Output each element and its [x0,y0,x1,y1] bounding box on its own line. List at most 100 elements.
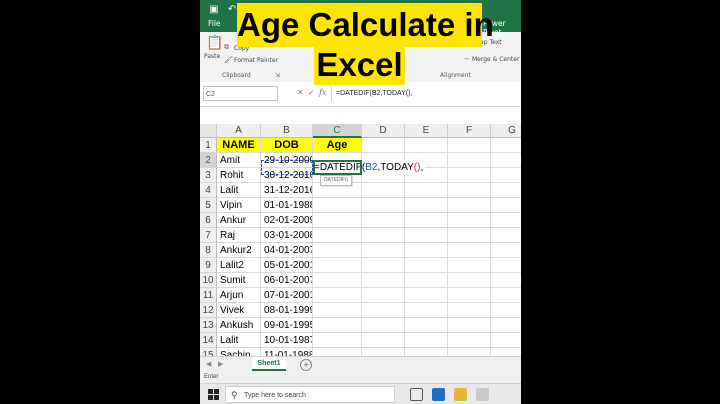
header-cell-name[interactable]: NAME [217,138,261,153]
empty-cell[interactable] [491,228,521,243]
cancel-icon[interactable]: ✕ [297,88,304,97]
empty-cell[interactable] [491,153,521,168]
empty-cell[interactable] [362,258,405,273]
empty-cell[interactable] [491,243,521,258]
empty-cell[interactable] [448,288,491,303]
dob-cell[interactable]: 03-01-2008 [261,228,313,243]
empty-cell[interactable] [362,243,405,258]
formula-input[interactable]: =DATEDIF(B2,TODAY(), [331,86,521,101]
empty-cell[interactable] [362,273,405,288]
dob-cell[interactable]: 08-01-1999 [261,303,313,318]
empty-cell[interactable] [448,258,491,273]
row-header[interactable]: 13 [200,318,217,333]
age-cell[interactable] [313,213,362,228]
row-header[interactable]: 12 [200,303,217,318]
empty-cell[interactable] [448,228,491,243]
name-cell[interactable]: Ankush [217,318,261,333]
file-explorer-icon[interactable] [454,388,467,401]
header-cell-dob[interactable]: DOB [261,138,313,153]
empty-cell[interactable] [491,138,521,153]
dob-cell[interactable]: 31-12-2016 [261,183,313,198]
name-cell[interactable]: Rohit [217,168,261,183]
empty-cell[interactable] [448,168,491,183]
age-cell[interactable] [313,318,362,333]
empty-cell[interactable] [491,168,521,183]
empty-cell[interactable] [491,273,521,288]
column-header-g[interactable]: G [491,124,521,138]
age-cell[interactable] [313,198,362,213]
row-header[interactable]: 2 [200,153,217,168]
dob-cell[interactable]: 06-01-2007 [261,273,313,288]
row-header[interactable]: 10 [200,273,217,288]
column-header-d[interactable]: D [362,124,405,138]
row-header[interactable]: 11 [200,288,217,303]
empty-cell[interactable] [491,198,521,213]
empty-cell[interactable] [448,153,491,168]
age-cell[interactable] [313,303,362,318]
empty-cell[interactable] [405,333,448,348]
empty-cell[interactable] [405,243,448,258]
empty-cell[interactable] [448,198,491,213]
dob-cell[interactable]: 01-01-1988 [261,198,313,213]
name-cell[interactable]: Sumit [217,273,261,288]
row-header[interactable]: 6 [200,213,217,228]
empty-cell[interactable] [362,228,405,243]
empty-cell[interactable] [448,243,491,258]
tab-file[interactable]: File [208,19,221,28]
age-cell[interactable] [313,273,362,288]
empty-cell[interactable] [448,303,491,318]
row-header[interactable]: 3 [200,168,217,183]
taskbar-search[interactable]: ⚲ Type here to search [225,386,395,403]
dob-cell[interactable]: 10-01-1987 [261,333,313,348]
column-header-b[interactable]: B [261,124,313,138]
empty-cell[interactable] [405,258,448,273]
empty-cell[interactable] [491,303,521,318]
next-sheet-icon[interactable]: ▶ [218,360,223,368]
empty-cell[interactable] [405,273,448,288]
empty-cell[interactable] [405,213,448,228]
empty-cell[interactable] [448,183,491,198]
paste-icon[interactable]: 📋 [206,34,223,51]
paste-button[interactable]: Paste [204,53,220,60]
empty-cell[interactable] [405,198,448,213]
empty-cell[interactable] [405,138,448,153]
row-header[interactable]: 1 [200,138,217,153]
name-cell[interactable]: Arjun [217,288,261,303]
prev-sheet-icon[interactable]: ◀ [206,360,211,368]
empty-cell[interactable] [448,273,491,288]
empty-cell[interactable] [362,288,405,303]
row-header[interactable]: 14 [200,333,217,348]
empty-cell[interactable] [491,213,521,228]
empty-cell[interactable] [448,213,491,228]
dob-cell[interactable]: 05-01-2001 [261,258,313,273]
select-all-corner[interactable] [200,124,217,138]
empty-cell[interactable] [362,318,405,333]
save-icon[interactable]: ▣ [208,4,220,15]
age-cell[interactable] [313,258,362,273]
dob-cell[interactable]: 09-01-1995 [261,318,313,333]
add-sheet-button[interactable]: + [300,359,312,371]
empty-cell[interactable] [491,318,521,333]
name-cell[interactable]: Lalit2 [217,258,261,273]
empty-cell[interactable] [405,303,448,318]
age-cell[interactable] [313,228,362,243]
empty-cell[interactable] [405,288,448,303]
column-header-f[interactable]: F [448,124,491,138]
empty-cell[interactable] [491,183,521,198]
age-cell[interactable] [313,288,362,303]
empty-cell[interactable] [405,228,448,243]
empty-cell[interactable] [405,183,448,198]
column-header-e[interactable]: E [405,124,448,138]
name-box[interactable]: C2 [203,86,278,101]
row-header[interactable]: 4 [200,183,217,198]
age-cell[interactable] [313,333,362,348]
empty-cell[interactable] [362,333,405,348]
edge-browser-icon[interactable] [432,388,445,401]
store-icon[interactable] [476,388,489,401]
dob-cell[interactable]: 02-01-2009 [261,213,313,228]
empty-cell[interactable] [491,288,521,303]
row-header[interactable]: 7 [200,228,217,243]
empty-cell[interactable] [362,198,405,213]
function-icon[interactable]: fx [319,88,326,97]
name-cell[interactable]: Vivek [217,303,261,318]
